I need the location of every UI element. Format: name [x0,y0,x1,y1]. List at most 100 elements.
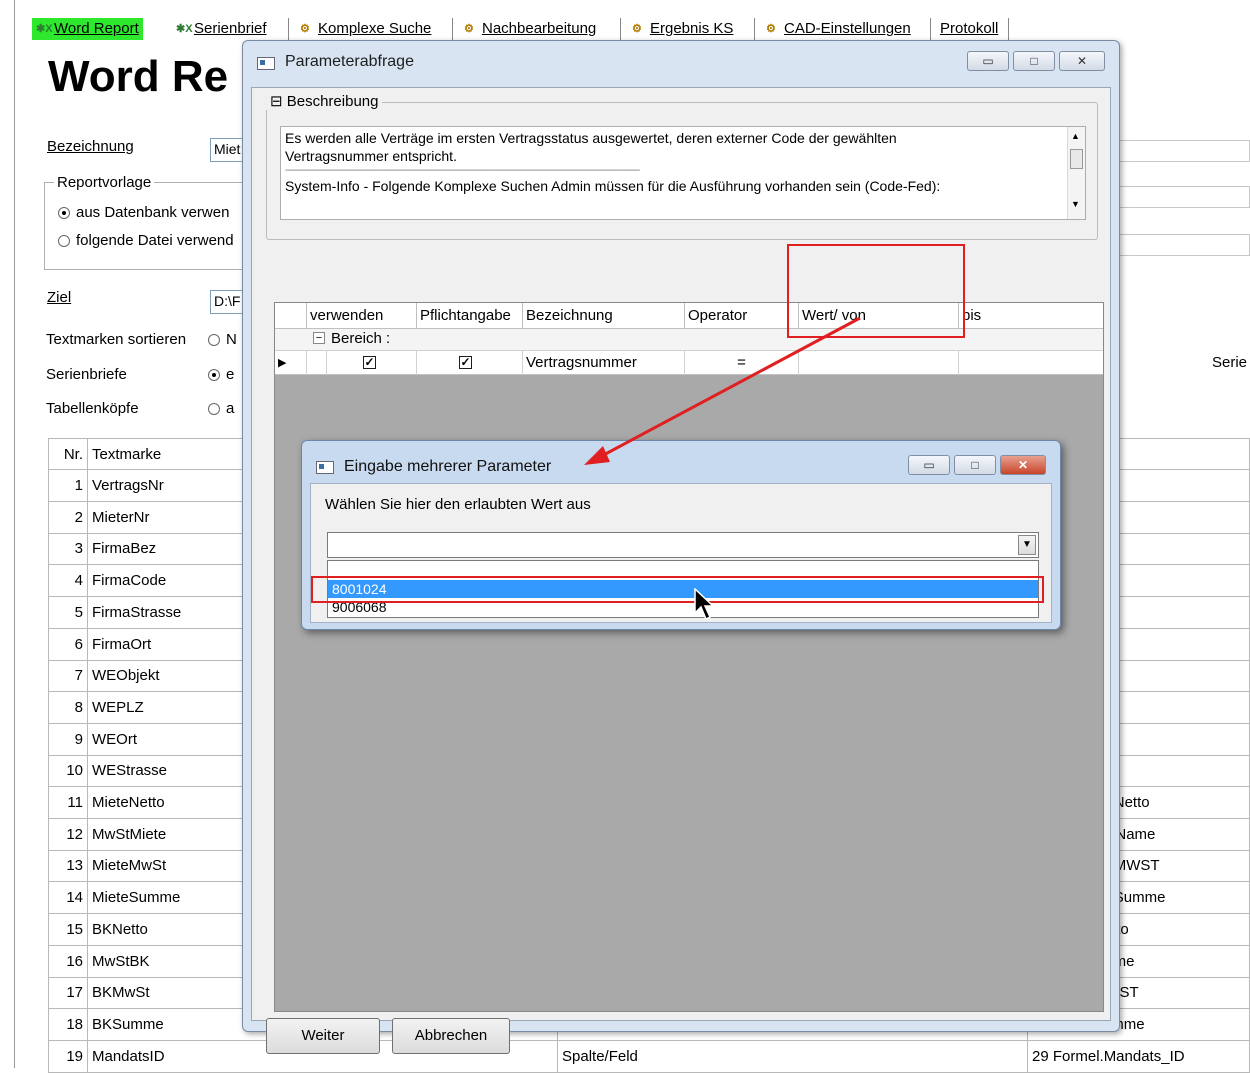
header-bezeichnung: Bezeichnung [523,303,685,329]
desc-line: Vertragsnummer entspricht. [285,148,457,164]
tab-separator [452,18,454,40]
maximize-button[interactable]: □ [1013,51,1055,71]
collapse-icon[interactable]: − [313,332,325,344]
description-scrollbar[interactable]: ▲ ▼ [1067,127,1085,219]
cell-nr: 9 [48,723,88,756]
minimize-button[interactable]: ▭ [967,51,1009,71]
radio-indicator [208,334,220,347]
search-config-icon: ⚙ [632,23,642,35]
right-fields [1118,138,1250,266]
row-indicator-icon: ▶ [275,351,307,375]
cell-nr: 7 [48,660,88,693]
tab-word-report[interactable]: ✱XWord Report [32,18,143,40]
description-text: Es werden alle Verträge im ersten Vertra… [280,126,1086,220]
radio-datenbank[interactable]: aus Datenbank verwen [58,204,229,221]
verwenden-checkbox[interactable]: ✓ [363,356,376,369]
maximize-button[interactable]: □ [954,455,996,475]
tabellenkoepfe-label: Tabellenköpfe [46,400,139,417]
header-bis: bis [959,303,1103,329]
highlight-wert-column [787,244,965,338]
cell-wert-von[interactable] [799,351,959,375]
bezeichnung-label: Bezeichnung [47,138,134,155]
tab-separator [930,18,932,40]
dialog-title: Parameterabfrage [285,53,414,70]
cell-bezeichnung: Vertragsnummer [523,351,685,375]
cell-nr: 13 [48,850,88,883]
desc-line: System-Info - Folgende Komplexe Suchen A… [285,178,941,194]
tab-nachbearbeitung[interactable]: ⚙ Nachbearbeitung [460,18,600,40]
abbrechen-button[interactable]: Abbrechen [392,1018,510,1054]
radio-tabellenkoepfe[interactable]: a [208,400,234,417]
beschreibung-toggle[interactable]: ⊟ Beschreibung [266,92,383,110]
tab-komplexe-suche[interactable]: ⚙ Komplexe Suche [296,18,435,40]
cell-nr: 2 [48,501,88,534]
group-band-bereich[interactable]: − Bereich : [275,329,1103,351]
tab-protokoll[interactable]: Protokoll [936,18,1002,40]
tab-serienbrief[interactable]: ✱XSerienbrief [172,18,271,40]
cell-bis[interactable] [959,351,1103,375]
tab-cad-einstellungen[interactable]: ⚙ CAD-Einstellungen [762,18,915,40]
desc-line: Es werden alle Verträge im ersten Vertra… [285,130,897,146]
header-pflichtangabe: Pflichtangabe [417,303,523,329]
right-field[interactable] [1118,140,1250,162]
dialog-title: Eingabe mehrerer Parameter [344,458,552,475]
cell-nr: 17 [48,977,88,1010]
table-row[interactable]: ▶ ✓ ✓ Vertragsnummer = [275,351,1103,375]
header-nr: Nr. [48,438,88,470]
window-left-border [14,0,15,1068]
close-button[interactable]: ✕ [1059,51,1105,71]
header-verwenden: verwenden [307,303,417,329]
report-icon: ✱X [176,23,193,35]
cell-nr: 4 [48,565,88,598]
chevron-down-icon[interactable]: ▼ [1018,535,1036,555]
cell-nr: 18 [48,1008,88,1041]
tab-separator [754,18,756,40]
scroll-thumb[interactable] [1070,149,1083,169]
cell-nr: 15 [48,913,88,946]
ziel-field[interactable]: D:\F [210,290,244,314]
pflicht-checkbox[interactable]: ✓ [459,356,472,369]
cell-nr: 10 [48,755,88,788]
mouse-cursor-icon [694,588,715,621]
ziel-label: Ziel [47,289,72,306]
radio-serienbriefe[interactable]: e [208,366,234,383]
cell-nr: 5 [48,596,88,629]
grid-header-indicator [275,303,307,329]
radio-textmarken[interactable]: N [208,331,237,348]
search-config-icon: ⚙ [300,23,310,35]
serienbriefe-label: Serienbriefe [46,366,127,383]
bezeichnung-field[interactable]: Miet [210,138,244,162]
window-icon [257,57,275,70]
minimize-button[interactable]: ▭ [908,455,950,475]
tab-ergebnis-ks[interactable]: ⚙ Ergebnis KS [628,18,737,40]
cell-operator: = [685,351,799,375]
separator-line: ----------------------------------------… [285,165,640,176]
scroll-up-icon[interactable]: ▲ [1071,131,1080,141]
reportvorlage-label: Reportvorlage [54,174,155,191]
grid-header: verwenden Pflichtangabe Bezeichnung Oper… [275,303,1103,329]
cell-nr: 3 [48,533,88,566]
reportvorlage-group [44,182,254,270]
close-button[interactable]: ✕ [1000,455,1046,475]
radio-indicator [208,369,220,382]
cell-nr: 11 [48,787,88,819]
report-icon: ✱X [36,23,53,35]
serie-label: Serie [1212,354,1248,371]
radio-datei[interactable]: folgende Datei verwend [58,232,234,249]
value-combobox[interactable]: ▼ [327,532,1039,558]
cell-pflicht: ✓ [417,351,523,375]
tab-separator [620,18,622,40]
cell-nr: 6 [48,628,88,661]
tab-separator [1008,18,1010,40]
row-spacer [307,351,327,375]
cell-verwenden: ✓ [327,351,417,375]
cell-nr: 12 [48,818,88,851]
weiter-button[interactable]: Weiter [266,1018,380,1054]
radio-indicator [58,235,70,248]
header-operator: Operator [685,303,799,329]
right-field[interactable] [1118,234,1250,256]
cell-nr: 16 [48,945,88,978]
scroll-down-icon[interactable]: ▼ [1071,199,1080,209]
parameter-grid: verwenden Pflichtangabe Bezeichnung Oper… [274,302,1104,1012]
right-field[interactable] [1118,186,1250,208]
